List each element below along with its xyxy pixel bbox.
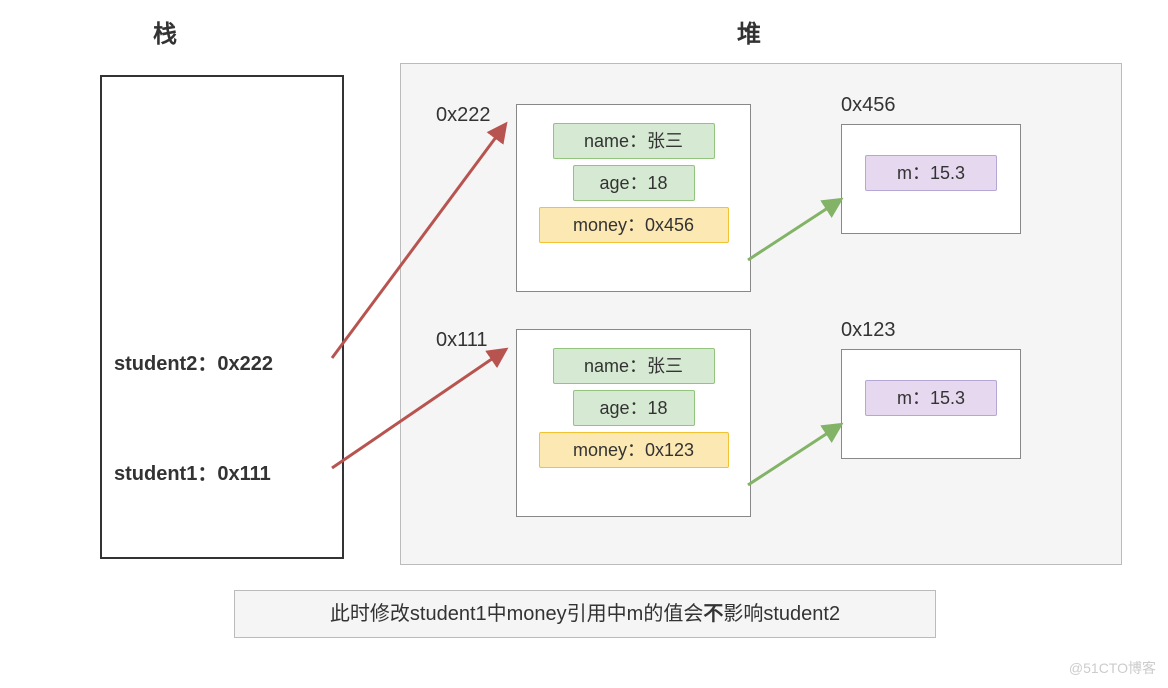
headers-row: 栈 堆	[0, 14, 1168, 49]
field-age: age：18	[573, 165, 695, 201]
stack-item-student2: student2：0x222	[114, 347, 273, 376]
field-money: money：0x123	[539, 432, 729, 468]
stack-item-student1: student1：0x111	[114, 457, 271, 486]
addr-label-0x456: 0x456	[841, 94, 896, 117]
caption-post: 影响student2	[723, 603, 840, 625]
diagram-stage: 栈 堆 student2：0x222 student1：0x111 0x222 …	[0, 0, 1168, 688]
money-object-0x123: m：15.3	[841, 349, 1021, 459]
addr-label-0x123: 0x123	[841, 319, 896, 342]
stack-box: student2：0x222 student1：0x111	[100, 75, 344, 559]
addr-label-0x111: 0x111	[436, 329, 488, 352]
field-name: name：张三	[553, 348, 715, 384]
heap-container: 0x222 name：张三 age：18 money：0x456 0x456 m…	[400, 63, 1122, 565]
field-age: age：18	[573, 390, 695, 426]
header-stack: 栈	[0, 14, 330, 49]
student-object-0x222: name：张三 age：18 money：0x456	[516, 104, 751, 292]
field-name: name：张三	[553, 123, 715, 159]
addr-label-0x222: 0x222	[436, 104, 491, 127]
field-m: m：15.3	[865, 380, 997, 416]
caption-box: 此时修改student1中money引用中m的值会不影响student2	[234, 590, 936, 638]
caption-pre: 此时修改student1中money引用中m的值会	[330, 603, 703, 625]
header-heap: 堆	[330, 14, 1168, 49]
field-m: m：15.3	[865, 155, 997, 191]
watermark: @51CTO博客	[1069, 658, 1156, 678]
field-money: money：0x456	[539, 207, 729, 243]
caption-bold: 不	[703, 603, 723, 625]
student-object-0x111: name：张三 age：18 money：0x123	[516, 329, 751, 517]
money-object-0x456: m：15.3	[841, 124, 1021, 234]
